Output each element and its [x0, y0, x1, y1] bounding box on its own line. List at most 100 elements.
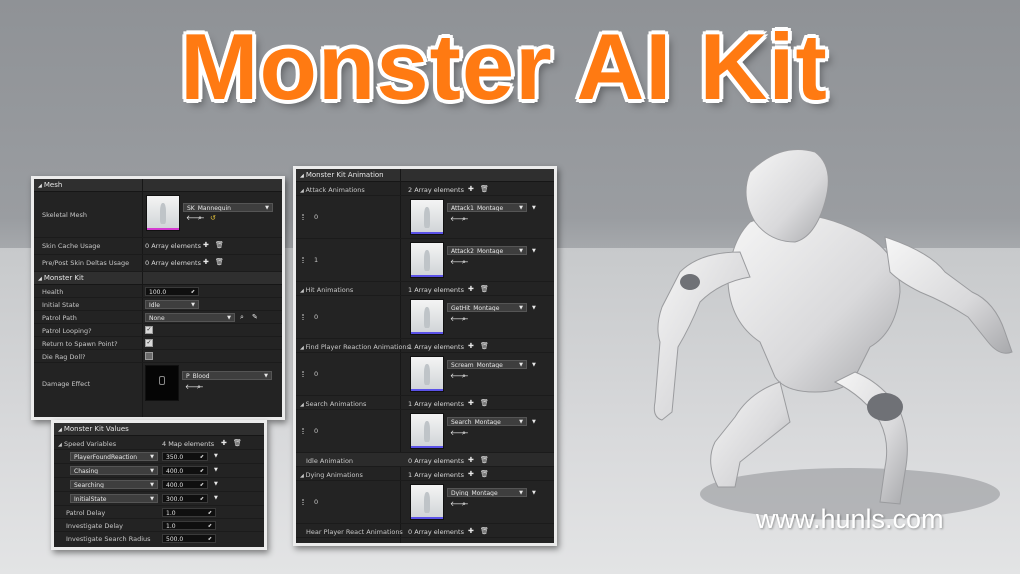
mesh-section-header[interactable]: ◢ Mesh: [34, 179, 282, 192]
damage-effect-thumbnail[interactable]: [145, 365, 179, 401]
search-icon[interactable]: ⌕: [462, 500, 466, 509]
values-section-header[interactable]: ◢ Monster Kit Values: [54, 423, 264, 436]
plus-icon[interactable]: ✚: [468, 470, 474, 479]
search-icon[interactable]: ⌕: [462, 315, 466, 324]
trash-icon[interactable]: 🗑: [480, 399, 489, 408]
collapse-triangle-icon[interactable]: ◢: [38, 183, 42, 189]
speed-value-input[interactable]: 350.0 ⬋: [162, 452, 208, 461]
chevron-down-icon[interactable]: ▼: [532, 489, 536, 498]
speed-key: Chasing: [74, 468, 99, 475]
health-input[interactable]: 100.0 ⬋: [145, 287, 199, 296]
speed-value-input[interactable]: 400.0 ⬋: [162, 466, 208, 475]
speed-key: PlayerFoundReaction: [74, 454, 138, 461]
skeletal-mesh-thumbnail[interactable]: [146, 195, 180, 231]
attack-item-thumbnail[interactable]: [410, 242, 444, 278]
drag-grip-icon[interactable]: [302, 257, 304, 263]
investigate-delay-value: 1.0: [166, 523, 176, 530]
drag-grip-icon[interactable]: [302, 371, 304, 377]
investigate-radius-input[interactable]: 500.0 ⬋: [162, 534, 216, 543]
dying-item-thumbnail[interactable]: [410, 484, 444, 520]
search-icon[interactable]: ⌕: [198, 214, 202, 223]
search-icon[interactable]: ⌕: [462, 215, 466, 224]
speed-key-dropdown[interactable]: InitialState ▼: [70, 494, 158, 503]
search-item-thumbnail[interactable]: [410, 413, 444, 449]
find-item-dropdown[interactable]: Scream_Montage ▼: [447, 360, 527, 369]
collapse-triangle-icon[interactable]: ◢: [38, 276, 42, 282]
patrol-looping-checkbox[interactable]: ✓: [145, 326, 153, 334]
trash-icon[interactable]: 🗑: [480, 456, 489, 465]
trash-icon[interactable]: 🗑: [480, 285, 489, 294]
die-ragdoll-checkbox[interactable]: [145, 352, 153, 360]
collapse-triangle-icon[interactable]: ◢: [58, 427, 62, 433]
chevron-down-icon[interactable]: ▼: [532, 204, 536, 213]
attack-item-dropdown[interactable]: Attack2_Montage ▼: [447, 246, 527, 255]
search-icon[interactable]: ⌕: [462, 372, 466, 381]
chevron-down-icon[interactable]: ▼: [214, 480, 218, 489]
skeletal-mesh-dropdown[interactable]: SK_Mannequin ▼: [183, 203, 273, 212]
pick-icon[interactable]: ✎: [252, 313, 258, 322]
chevron-down-icon[interactable]: ▼: [532, 361, 536, 370]
search-icon[interactable]: ⌕: [462, 258, 466, 267]
trash-icon[interactable]: 🗑: [480, 470, 489, 479]
trash-icon[interactable]: 🗑: [480, 185, 489, 194]
dying-item-dropdown[interactable]: Dying_Montage ▼: [447, 488, 527, 497]
search-icon[interactable]: ⌕: [197, 383, 201, 392]
attack-item-dropdown[interactable]: Attack1_Montage ▼: [447, 203, 527, 212]
hit-item-row: 0 GetHit_Montage ▼ 🡐 ⌕ ▼: [296, 296, 554, 339]
patrol-looping-label: Patrol Looping?: [42, 327, 92, 335]
drag-grip-icon[interactable]: [302, 214, 304, 220]
trash-icon[interactable]: 🗑: [480, 342, 489, 351]
patrol-path-dropdown[interactable]: None ▼: [145, 313, 235, 322]
chevron-down-icon[interactable]: ▼: [532, 304, 536, 313]
patrol-delay-input[interactable]: 1.0 ⬋: [162, 508, 216, 517]
plus-icon[interactable]: ✚: [203, 241, 209, 250]
die-ragdoll-label: Die Rag Doll?: [42, 353, 86, 361]
animation-section-header[interactable]: ◢ Monster Kit Animation: [296, 169, 554, 182]
chevron-down-icon[interactable]: ▼: [214, 452, 218, 461]
hit-item-dropdown[interactable]: GetHit_Montage ▼: [447, 303, 527, 312]
monster-kit-section-header[interactable]: ◢ Monster Kit: [34, 272, 282, 285]
plus-icon[interactable]: ✚: [203, 258, 209, 267]
drag-grip-icon[interactable]: [302, 428, 304, 434]
chevron-down-icon[interactable]: ▼: [214, 466, 218, 475]
chevron-down-icon[interactable]: ▼: [532, 418, 536, 427]
collapse-triangle-icon[interactable]: ◢: [58, 442, 62, 448]
speed-value-input[interactable]: 400.0 ⬋: [162, 480, 208, 489]
speed-key-dropdown[interactable]: Searching ▼: [70, 480, 158, 489]
asset-type-bar: [411, 389, 443, 391]
find-item-thumbnail[interactable]: [410, 356, 444, 392]
dying-group-row: ◢ Dying Animations 1 Array elements ✚ 🗑: [296, 467, 554, 481]
speed-value-input[interactable]: 300.0 ⬋: [162, 494, 208, 503]
plus-icon[interactable]: ✚: [468, 399, 474, 408]
plus-icon[interactable]: ✚: [468, 342, 474, 351]
search-icon[interactable]: ⌕: [240, 313, 244, 322]
trash-icon[interactable]: 🗑: [480, 527, 489, 536]
search-item-dropdown[interactable]: Search_Montage ▼: [447, 417, 527, 426]
chevron-down-icon[interactable]: ▼: [532, 247, 536, 256]
collapse-triangle-icon[interactable]: ◢: [300, 173, 304, 179]
reset-icon[interactable]: ↺: [210, 214, 216, 223]
speed-key-dropdown[interactable]: PlayerFoundReaction ▼: [70, 452, 158, 461]
speed-key: Searching: [74, 482, 104, 489]
speed-key-dropdown[interactable]: Chasing ▼: [70, 466, 158, 475]
drag-grip-icon[interactable]: [302, 499, 304, 505]
plus-icon[interactable]: ✚: [468, 285, 474, 294]
attack-item-thumbnail[interactable]: [410, 199, 444, 235]
trash-icon[interactable]: 🗑: [215, 241, 224, 250]
investigate-delay-input[interactable]: 1.0 ⬋: [162, 521, 216, 530]
chevron-down-icon[interactable]: ▼: [214, 494, 218, 503]
damage-effect-dropdown[interactable]: P_Blood ▼: [182, 371, 272, 380]
plus-icon[interactable]: ✚: [468, 527, 474, 536]
drag-grip-icon[interactable]: [302, 314, 304, 320]
initial-state-dropdown[interactable]: Idle ▼: [145, 300, 199, 309]
plus-icon[interactable]: ✚: [468, 185, 474, 194]
plus-icon[interactable]: ✚: [468, 456, 474, 465]
return-spawn-checkbox[interactable]: ✓: [145, 339, 153, 347]
plus-icon[interactable]: ✚: [221, 439, 227, 448]
hear-group-label: Hear Player React Animations: [306, 528, 403, 536]
hit-item-thumbnail[interactable]: [410, 299, 444, 335]
trash-icon[interactable]: 🗑: [233, 439, 242, 448]
trash-icon[interactable]: 🗑: [215, 258, 224, 267]
initial-state-value: Idle: [149, 302, 160, 309]
search-icon[interactable]: ⌕: [462, 429, 466, 438]
